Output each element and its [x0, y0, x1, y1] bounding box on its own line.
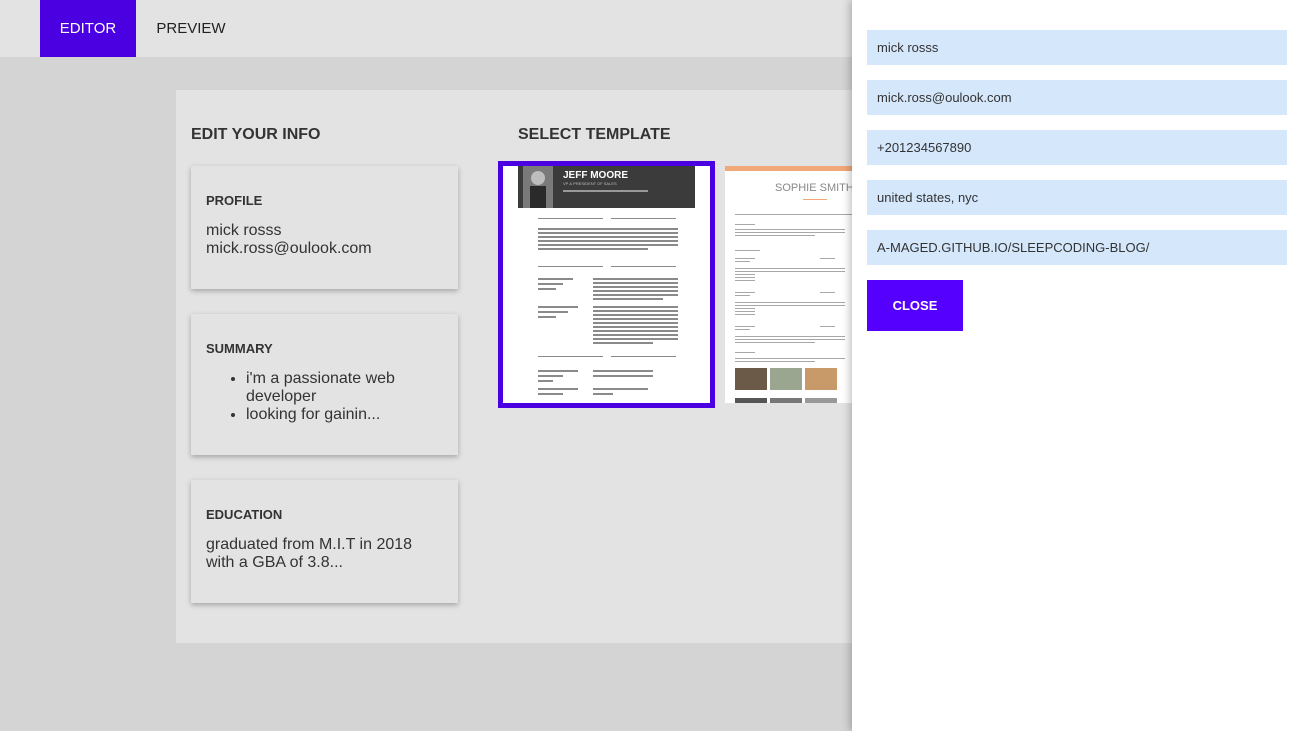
phone-field[interactable] — [867, 130, 1287, 165]
education-text: graduated from M.I.T in 2018 with a GBA … — [206, 536, 413, 571]
summary-item: looking for gainin... — [246, 406, 443, 424]
email-field[interactable] — [867, 80, 1287, 115]
template-sophie-smith-thumbnail: SOPHIE SMITH — [725, 166, 856, 403]
template-1-subtitle: VP & PRESIDENT OF SALES — [563, 181, 617, 186]
profile-email: mick.ross@oulook.com — [206, 240, 372, 257]
template-jeff-moore-thumbnail: JEFF MOORE VP & PRESIDENT OF SALES — [503, 166, 710, 403]
template-2-name: SOPHIE SMITH — [775, 182, 854, 194]
info-drawer: CLOSE — [852, 0, 1298, 731]
close-button[interactable]: CLOSE — [867, 280, 963, 331]
select-template-title: SELECT TEMPLATE — [518, 126, 671, 143]
profile-name: mick rosss — [206, 222, 282, 239]
summary-heading: SUMMARY — [206, 341, 273, 356]
template-jeff-moore[interactable]: JEFF MOORE VP & PRESIDENT OF SALES — [498, 161, 715, 408]
edit-info-title: EDIT YOUR INFO — [191, 126, 321, 143]
template-1-name: JEFF MOORE — [563, 170, 628, 181]
summary-item: i'm a passionate web developer — [246, 370, 443, 406]
template-sophie-smith[interactable]: SOPHIE SMITH — [725, 166, 856, 403]
education-card[interactable]: EDUCATION graduated from M.I.T in 2018 w… — [191, 480, 458, 603]
summary-card[interactable]: SUMMARY i'm a passionate web developer l… — [191, 314, 458, 455]
editor-panel: EDIT YOUR INFO SELECT TEMPLATE PROFILE m… — [176, 90, 856, 643]
name-field[interactable] — [867, 30, 1287, 65]
education-heading: EDUCATION — [206, 507, 283, 522]
location-field[interactable] — [867, 180, 1287, 215]
website-field[interactable] — [867, 230, 1287, 265]
profile-heading: PROFILE — [206, 193, 263, 208]
profile-card[interactable]: PROFILE mick rosss mick.ross@oulook.com — [191, 166, 458, 289]
summary-list: i'm a passionate web developer looking f… — [246, 370, 443, 424]
tab-preview[interactable]: PREVIEW — [136, 0, 246, 57]
tab-editor[interactable]: EDITOR — [40, 0, 136, 57]
